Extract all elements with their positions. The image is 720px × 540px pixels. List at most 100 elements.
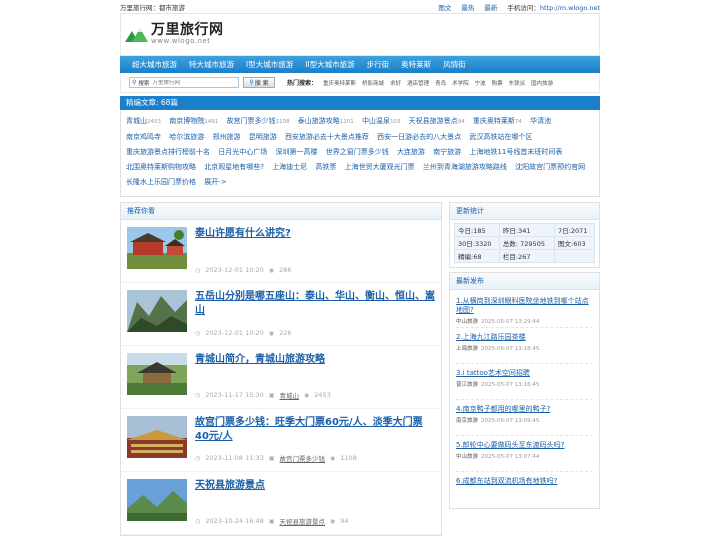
news-meta: 上海旅游 2025-05-07 13:18:45 xyxy=(456,344,593,352)
hot-tag[interactable]: 桥影商城 xyxy=(362,79,384,87)
news-item: 2.上海九江路乐园茶楼 上海旅游 2025-05-07 13:18:45 xyxy=(456,328,593,364)
featured-link[interactable]: 上海地铁11号线首末班时间表 xyxy=(469,148,562,156)
featured-link[interactable]: 南京鸡鸣寺 xyxy=(126,133,161,141)
featured-link[interactable]: 昆明旅游 xyxy=(249,133,277,141)
news-source[interactable]: 南京旅游 xyxy=(456,418,478,424)
featured-link[interactable]: 日月光中心广场 xyxy=(218,148,267,156)
featured-link[interactable]: 青城山 xyxy=(126,117,147,125)
search-button[interactable]: ⚲ 搜 索 xyxy=(243,77,275,88)
featured-link[interactable]: 沈阳故宫门票预约官网 xyxy=(515,163,585,171)
site-logo[interactable]: 万里旅行网 www.wlogo.net xyxy=(125,23,224,45)
featured-link[interactable]: 上海世贸大厦观光门票 xyxy=(345,163,415,171)
top-link-latest[interactable]: 最新 xyxy=(484,2,497,12)
nav-item-type2-city[interactable]: II型大城市旅游 xyxy=(299,56,360,73)
featured-item: 故宫门票多少钱1108 xyxy=(226,117,289,125)
nav-item-outlets[interactable]: 奥特莱斯 xyxy=(395,56,437,73)
news-title[interactable]: 6.成都东站到双流机场有地铁吗? xyxy=(456,477,593,486)
featured-link[interactable]: 重庆旅游景点排行榜前十名 xyxy=(126,148,210,156)
article-title[interactable]: 泰山许愿有什么讲究? xyxy=(195,227,435,241)
featured-link[interactable]: 故宫门票多少钱 xyxy=(226,117,275,125)
clock-icon: ◷ xyxy=(195,329,201,337)
featured-link[interactable]: 北围奥特莱斯购物攻略 xyxy=(126,163,196,171)
nav-item-supercity[interactable]: 特大城市旅游 xyxy=(183,56,240,73)
featured-count: 1108 xyxy=(275,119,290,125)
featured-item: 华清池 xyxy=(530,117,551,125)
top-link-hot[interactable]: 最热 xyxy=(461,2,474,12)
featured-link[interactable]: 武汉高铁站在哪个区 xyxy=(469,133,532,141)
article-thumbnail[interactable] xyxy=(127,479,187,521)
news-title[interactable]: 2.上海九江路乐园茶楼 xyxy=(456,333,593,342)
article-title[interactable]: 天祝县旅游景点 xyxy=(195,479,435,493)
article-category[interactable]: 青城山 xyxy=(280,390,300,400)
search-input[interactable] xyxy=(152,79,233,86)
article-title[interactable]: 青城山简介，青城山旅游攻略 xyxy=(195,353,435,367)
top-link-pictures[interactable]: 图文 xyxy=(438,2,451,12)
featured-link[interactable]: 南宁旅游 xyxy=(433,148,461,156)
article-meta: ◷ 2023-12-01 10:20 ◉ 286 xyxy=(195,266,292,274)
featured-link[interactable]: 泰山旅游攻略 xyxy=(298,117,340,125)
article-thumbnail[interactable] xyxy=(127,416,187,458)
hot-tag[interactable]: 青岛 xyxy=(435,79,446,87)
featured-link[interactable]: 中山温泉 xyxy=(362,117,390,125)
article-meta: ◷ 2023-11-17 15:30 ▣ 青城山 ◉ 2453 xyxy=(195,390,331,400)
article-thumbnail[interactable] xyxy=(127,290,187,332)
featured-link[interactable]: 兰州到青海湖旅游攻略路线 xyxy=(423,163,507,171)
featured-link[interactable]: 南京博物院 xyxy=(169,117,204,125)
article-views: 94 xyxy=(340,517,349,525)
featured-link[interactable]: 长隆水上乐园门票价格 xyxy=(126,178,196,186)
nav-item-style-street[interactable]: 风情街 xyxy=(437,56,472,73)
featured-item: 泰山旅游攻略1101 xyxy=(298,117,354,125)
featured-link[interactable]: 上海迪士尼 xyxy=(272,163,307,171)
news-source[interactable]: 普江旅游 xyxy=(456,382,478,388)
news-title[interactable]: 3.i tattoo艺术空间招聘 xyxy=(456,369,593,378)
clock-icon: ◷ xyxy=(195,391,201,399)
news-source[interactable]: 中山旅游 xyxy=(456,454,478,460)
featured-link[interactable]: 郑州旅游 xyxy=(212,133,240,141)
featured-link[interactable]: 重庆奥特莱斯 xyxy=(473,117,515,125)
article-thumbnail[interactable] xyxy=(127,227,187,269)
featured-link[interactable]: 华清池 xyxy=(530,117,551,125)
article-title[interactable]: 五岳山分别是哪五座山：泰山、华山、衡山、恒山、嵩山 xyxy=(195,290,435,318)
article-category[interactable]: 故宫门票多少钱 xyxy=(280,453,326,463)
nav-item-pedestrian-street[interactable]: 步行街 xyxy=(361,56,396,73)
featured-link[interactable]: 哈尔滨旅游 xyxy=(169,133,204,141)
featured-link[interactable]: 大连旅游 xyxy=(397,148,425,156)
news-source[interactable]: 中山旅游 xyxy=(456,319,478,325)
folder-icon: ▣ xyxy=(268,517,275,525)
hot-tag[interactable]: 求好 xyxy=(390,79,401,87)
featured-link[interactable]: 天祝县旅游景点 xyxy=(409,117,458,125)
stat-empty xyxy=(554,249,595,263)
stat-30day: 30日:3320 xyxy=(454,236,500,250)
article-category[interactable]: 天祝县旅游景点 xyxy=(280,516,326,526)
hot-tag[interactable]: 重庆奥特莱斯 xyxy=(323,79,356,87)
featured-link[interactable]: 高铁票 xyxy=(315,163,336,171)
news-title[interactable]: 1.从横岗到深圳眼科医院坐地铁到哪个站点地图? xyxy=(456,297,593,315)
news-source[interactable]: 上海旅游 xyxy=(456,346,478,352)
hot-tag[interactable]: 国内旅游 xyxy=(531,79,553,87)
featured-link[interactable]: 西安一日游必去的八大景点 xyxy=(377,133,461,141)
hot-tag[interactable]: 宁波 xyxy=(475,79,486,87)
article-date: 2023-12-01 10:20 xyxy=(205,329,264,337)
featured-link[interactable]: 世界之窗门票多少钱 xyxy=(326,148,389,156)
news-title[interactable]: 5.郎轮中心要做码头至东渡码头吗? xyxy=(456,441,593,450)
site-tagline: 万里旅行网：都市旅游 xyxy=(120,3,185,12)
featured-link[interactable]: 西安旅游必去十大景点推荐 xyxy=(285,133,369,141)
news-meta: 普江旅游 2025-05-07 13:16:45 xyxy=(456,380,593,388)
article-title[interactable]: 故宫门票多少钱：旺季大门票60元/人、淡季大门票40元/人 xyxy=(195,416,435,444)
eye-icon: ◉ xyxy=(304,391,310,399)
mobile-url-link[interactable]: http://m.wlogo.net xyxy=(540,4,600,12)
hot-tag[interactable]: 东铁派 xyxy=(509,79,526,87)
featured-link[interactable]: 展开-> xyxy=(204,178,226,186)
nav-item-megacity[interactable]: 超大城市旅游 xyxy=(126,56,183,73)
featured-link[interactable]: 北京观星地有哪些? xyxy=(204,163,264,171)
news-title[interactable]: 4.南京鸭子都用的哪里的鸭子? xyxy=(456,405,593,414)
stats-header: 更新统计 xyxy=(450,203,599,220)
hot-tag[interactable]: 酒店管理 xyxy=(407,79,429,87)
stat-7day: 7日:2071 xyxy=(554,223,595,237)
hot-tag[interactable]: 购票 xyxy=(492,79,503,87)
featured-link[interactable]: 深圳第一高楼 xyxy=(275,148,317,156)
article-thumbnail[interactable] xyxy=(127,353,187,395)
clock-icon: ◷ xyxy=(195,266,201,274)
nav-item-type1-city[interactable]: I型大城市旅游 xyxy=(240,56,299,73)
hot-tag[interactable]: 术学院 xyxy=(452,79,469,87)
